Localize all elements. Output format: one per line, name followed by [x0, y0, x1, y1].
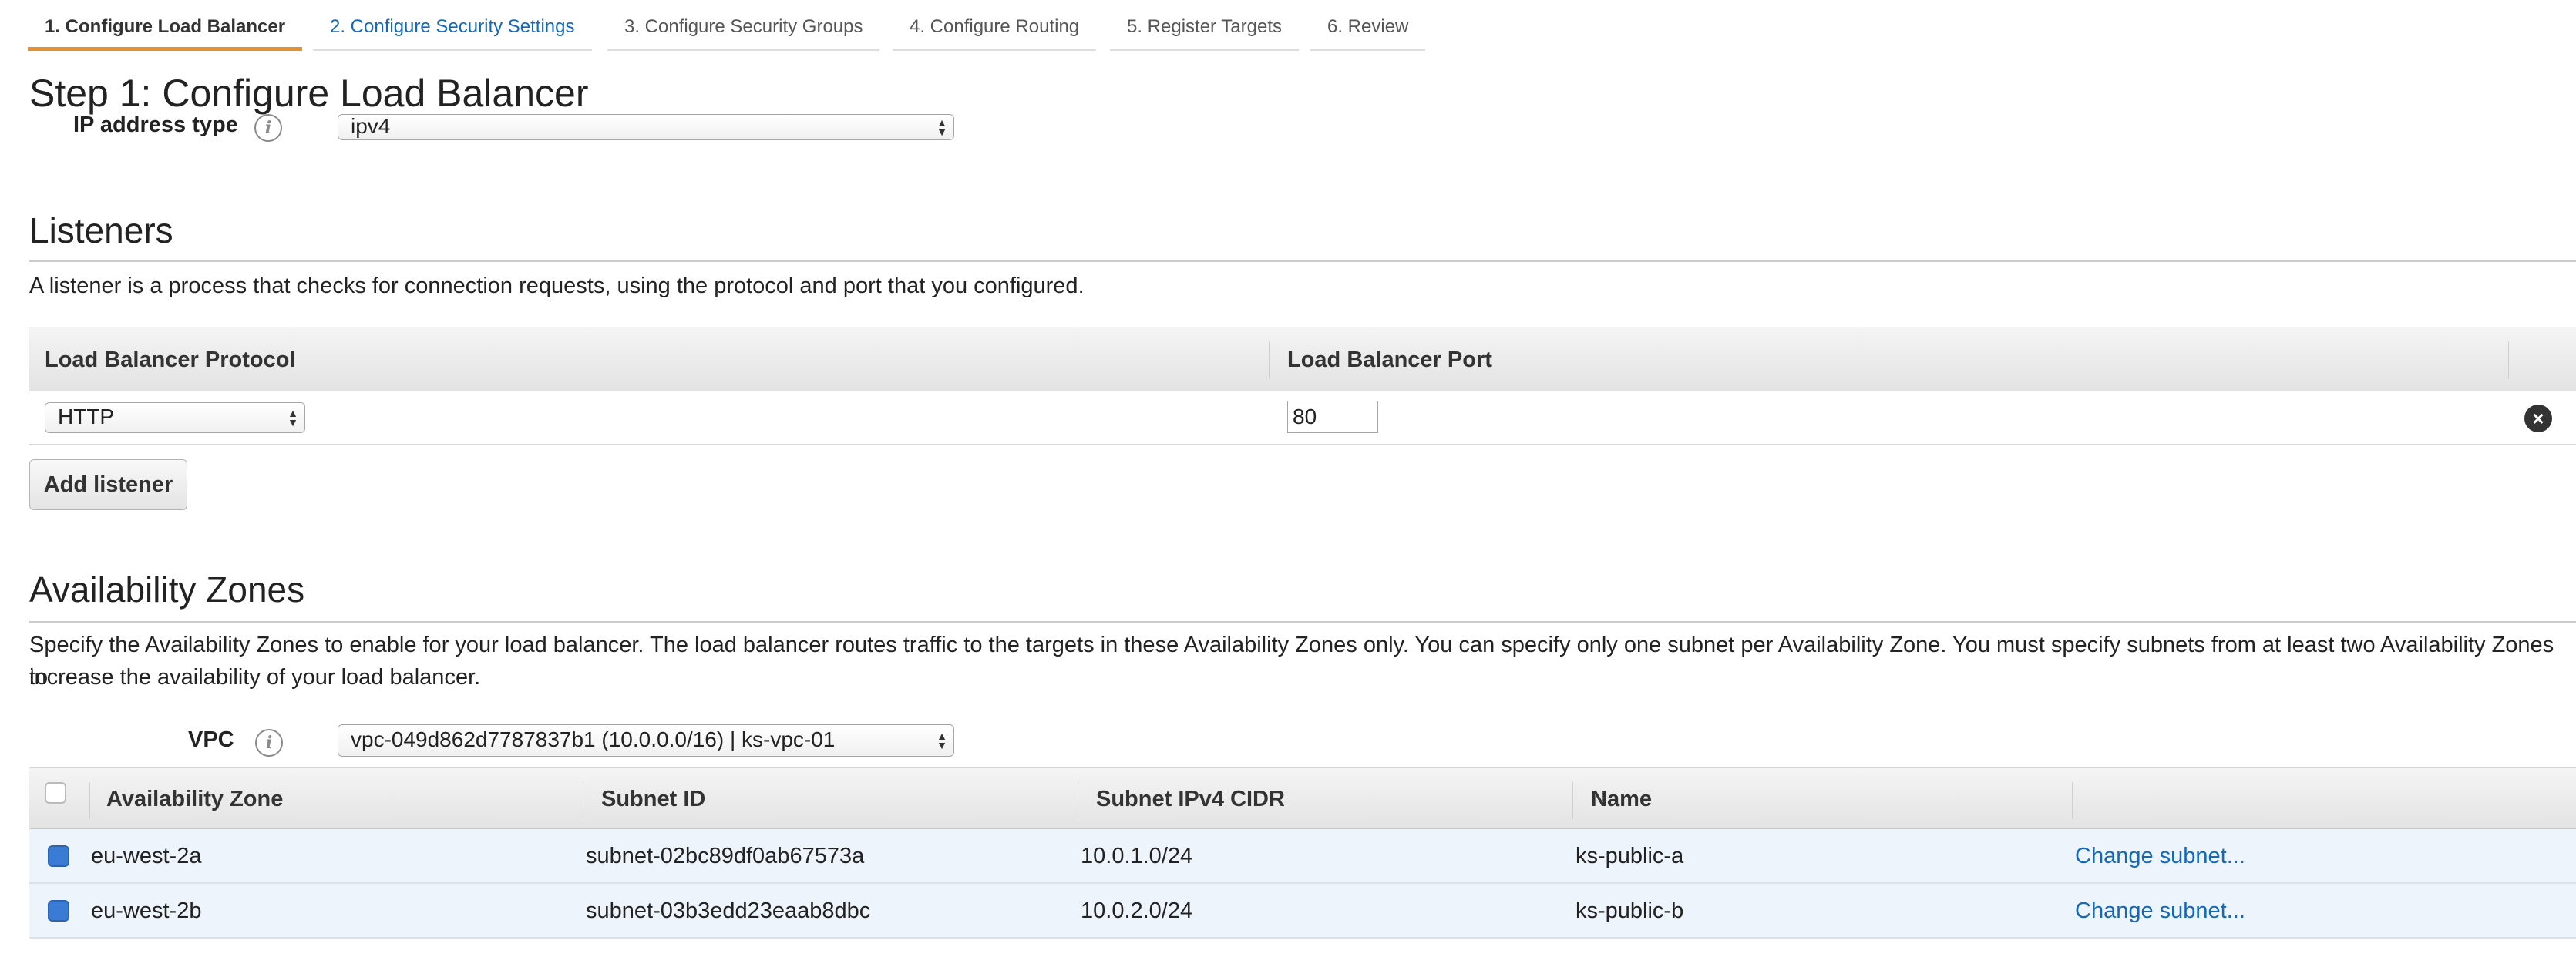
availability-zones-divider [29, 621, 2576, 623]
listeners-divider [29, 260, 2576, 262]
remove-listener-icon[interactable]: × [2524, 405, 2552, 432]
zone-cell: eu-west-2b [91, 898, 202, 923]
vpc-select[interactable]: vpc-049d862d7787837b1 (10.0.0.0/16) | ks… [338, 724, 954, 757]
listeners-title: Listeners [29, 210, 173, 250]
change-subnet-link[interactable]: Change subnet... [2075, 884, 2245, 939]
select-arrows-icon: ▲ ▼ [937, 116, 947, 138]
select-arrows-icon: ▲ ▼ [288, 407, 298, 428]
column-name: Name [1591, 787, 1652, 811]
tab-register-targets[interactable]: 5. Register Targets [1110, 0, 1299, 51]
availability-zones-table-header: Availability Zone Subnet ID Subnet IPv4 … [29, 767, 2576, 829]
select-arrows-icon: ▲ ▼ [937, 730, 947, 751]
ip-address-type-value: ipv4 [351, 114, 391, 138]
tab-configure-routing[interactable]: 4. Configure Routing [893, 0, 1097, 51]
subnet-id-cell: subnet-03b3edd23eaab8dbc [586, 898, 871, 923]
tab-configure-security-settings[interactable]: 2. Configure Security Settings [313, 0, 592, 51]
protocol-value: HTTP [58, 405, 115, 428]
column-load-balancer-port: Load Balancer Port [1287, 348, 1492, 372]
zone-checkbox[interactable] [48, 845, 69, 867]
vpc-label: VPC [188, 727, 234, 752]
cidr-cell: 10.0.2.0/24 [1081, 898, 1193, 923]
add-listener-button[interactable]: Add listener [29, 459, 187, 510]
cidr-cell: 10.0.1.0/24 [1081, 844, 1193, 868]
tab-review[interactable]: 6. Review [1310, 0, 1426, 51]
wizard-tabs: 1. Configure Load Balancer 2. Configure … [0, 0, 1465, 54]
select-all-checkbox[interactable] [45, 782, 66, 804]
tab-configure-load-balancer[interactable]: 1. Configure Load Balancer [28, 0, 303, 51]
page-title: Step 1: Configure Load Balancer [29, 72, 589, 115]
column-availability-zone: Availability Zone [106, 787, 284, 811]
protocol-select[interactable]: HTTP ▲ ▼ [45, 402, 305, 433]
column-subnet-ipv4-cidr: Subnet IPv4 CIDR [1096, 787, 1285, 811]
column-divider [89, 782, 90, 819]
ip-address-type-label: IP address type [73, 113, 238, 137]
column-load-balancer-protocol: Load Balancer Protocol [45, 348, 296, 372]
port-input[interactable]: 80 [1287, 401, 1378, 433]
name-cell: ks-public-b [1576, 898, 1684, 923]
change-subnet-link[interactable]: Change subnet... [2075, 829, 2245, 884]
info-icon[interactable]: i [254, 114, 282, 142]
column-subnet-id: Subnet ID [601, 787, 706, 811]
zone-checkbox[interactable] [48, 900, 69, 922]
listeners-table-header: Load Balancer Protocol Load Balancer Por… [29, 327, 2576, 391]
table-row[interactable]: eu-west-2b subnet-03b3edd23eaab8dbc 10.0… [29, 884, 2576, 939]
column-divider [1572, 782, 1573, 819]
vpc-value: vpc-049d862d7787837b1 (10.0.0.0/16) | ks… [351, 727, 836, 751]
table-row[interactable]: eu-west-2a subnet-02bc89df0ab67573a 10.0… [29, 829, 2576, 884]
column-divider [2072, 782, 2073, 819]
column-divider [2508, 341, 2509, 378]
listener-row: HTTP ▲ ▼ 80 × [29, 391, 2576, 445]
tab-configure-security-groups[interactable]: 3. Configure Security Groups [607, 0, 880, 51]
zone-cell: eu-west-2a [91, 844, 202, 868]
column-divider [1269, 341, 1270, 378]
subnet-id-cell: subnet-02bc89df0ab67573a [586, 844, 865, 868]
listeners-description: A listener is a process that checks for … [29, 274, 1085, 298]
availability-zones-description-line2: increase the availability of your load b… [29, 665, 481, 690]
name-cell: ks-public-a [1576, 844, 1684, 868]
ip-address-type-select[interactable]: ipv4 ▲ ▼ [338, 114, 954, 140]
availability-zones-title: Availability Zones [29, 569, 305, 610]
info-icon[interactable]: i [255, 729, 283, 757]
